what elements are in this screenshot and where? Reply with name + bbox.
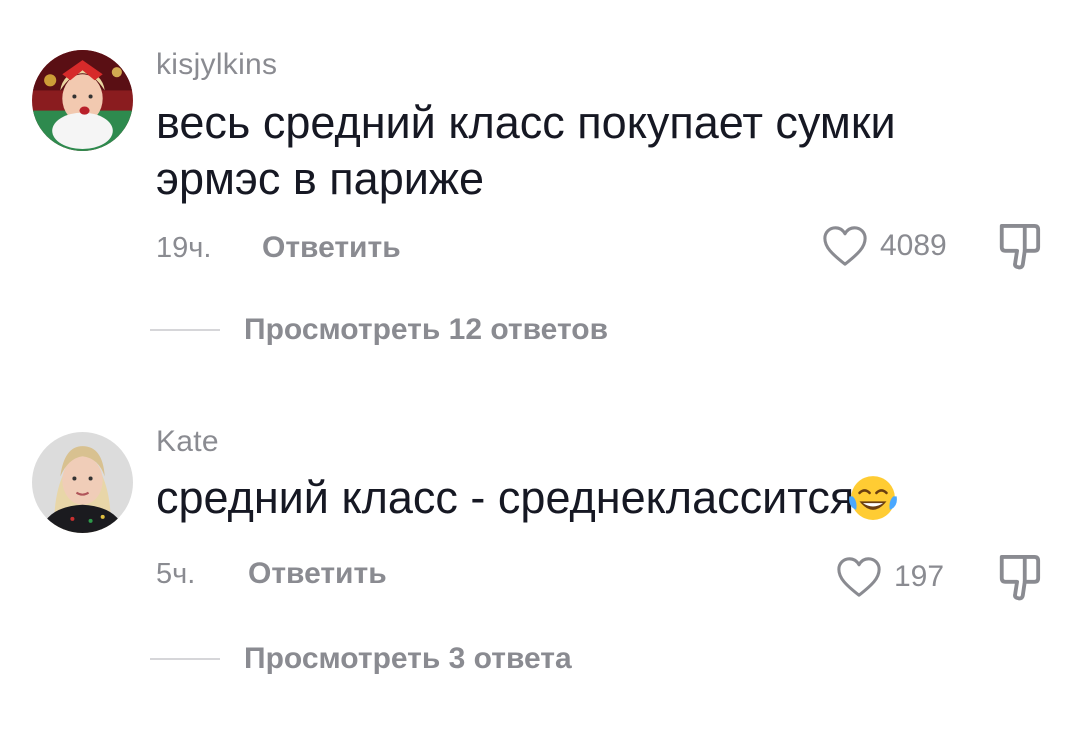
dislike-button[interactable] (996, 222, 1042, 272)
comment-username[interactable]: Kate (156, 425, 219, 459)
like-button[interactable]: 197 (836, 555, 944, 599)
heart-outline-icon (837, 557, 881, 597)
view-replies-label: Просмотреть 3 ответа (244, 642, 572, 675)
heart-outline-icon (823, 226, 867, 266)
comment-text-content: средний класс - среднеклассится (156, 472, 855, 523)
dislike-button[interactable] (996, 553, 1042, 603)
view-replies-label: Просмотреть 12 ответов (244, 313, 609, 346)
thumbs-down-outline-icon (999, 555, 1041, 601)
like-button[interactable]: 4089 (822, 224, 947, 268)
comment-item: Kate средний класс - среднеклассится 5ч.… (0, 400, 1080, 729)
reply-button[interactable]: Ответить (262, 231, 401, 265)
comment-item: kisjylkins весь средний класс покупает с… (0, 0, 1080, 380)
face-with-tears-of-joy-icon (849, 476, 898, 520)
avatar[interactable] (32, 50, 133, 151)
view-replies-button[interactable]: Просмотреть 3 ответа (150, 642, 572, 676)
thumbs-down-outline-icon (999, 224, 1041, 270)
avatar-image (32, 432, 133, 533)
comment-text: средний класс - среднеклассится (156, 470, 1016, 526)
comment-time: 5ч. (156, 558, 196, 590)
replies-divider (150, 658, 220, 660)
replies-divider (150, 329, 220, 331)
comment-username[interactable]: kisjylkins (156, 48, 277, 82)
like-count: 197 (894, 560, 945, 593)
reply-button[interactable]: Ответить (248, 557, 387, 591)
avatar[interactable] (32, 432, 133, 533)
comment-time: 19ч. (156, 232, 212, 264)
like-count: 4089 (880, 229, 947, 262)
view-replies-button[interactable]: Просмотреть 12 ответов (150, 313, 608, 347)
avatar-image (32, 50, 133, 151)
comment-text: весь средний класс покупает сумки эрмэс … (156, 97, 896, 204)
